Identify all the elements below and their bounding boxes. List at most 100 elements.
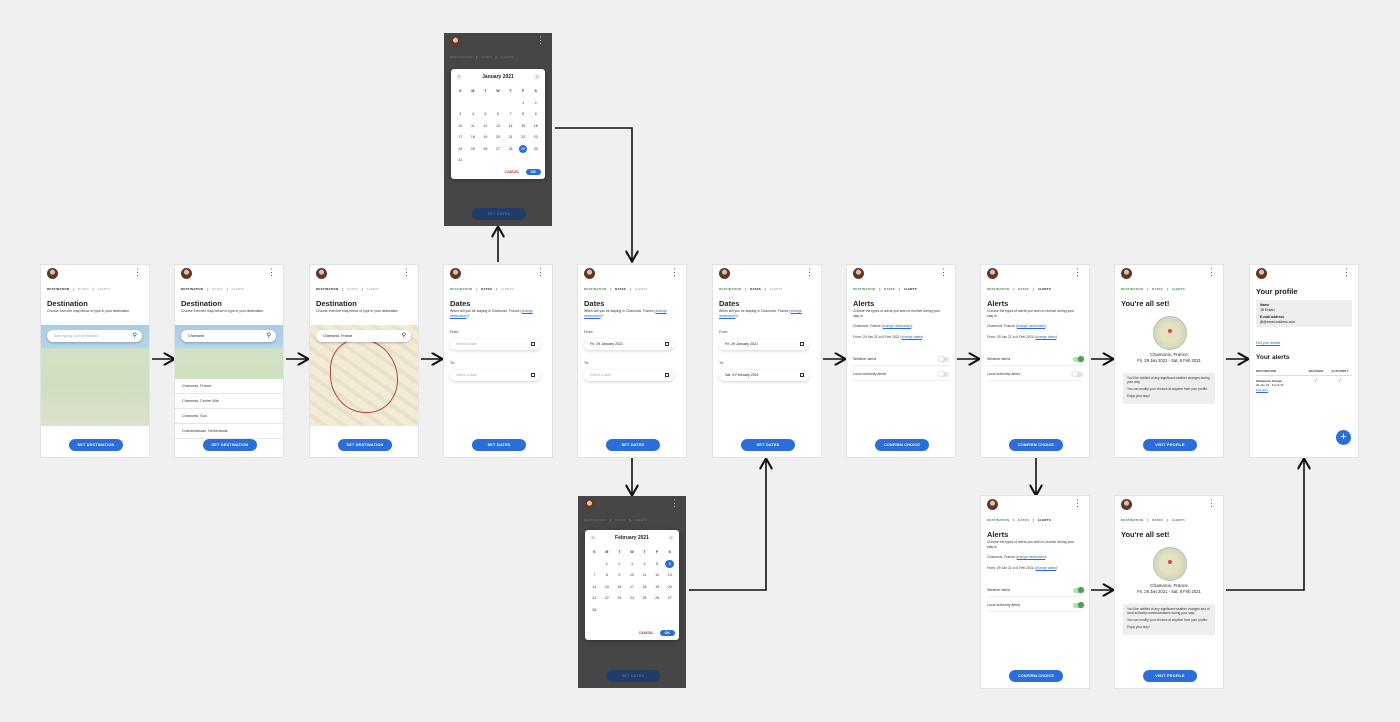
calendar-day[interactable]: 21 xyxy=(588,594,601,602)
more-vert-icon[interactable]: ⋮ xyxy=(670,499,679,508)
authority-alerts-toggle[interactable] xyxy=(1072,371,1083,377)
calendar-day[interactable]: 20 xyxy=(663,583,676,591)
calendar-day[interactable]: 18 xyxy=(467,133,480,141)
list-item[interactable]: Chamonix, Sud xyxy=(175,409,283,424)
visit-profile-button[interactable]: VISIT PROFILE xyxy=(1143,670,1197,682)
calendar-day[interactable]: 5 xyxy=(479,110,492,118)
calendar-day[interactable]: 14 xyxy=(588,583,601,591)
calendar-day[interactable]: 28 xyxy=(588,606,601,614)
calendar-day[interactable]: 7 xyxy=(588,571,601,579)
more-vert-icon[interactable]: ⋮ xyxy=(536,36,545,45)
calendar-day[interactable]: 6 xyxy=(492,110,505,118)
avatar[interactable] xyxy=(987,268,998,279)
edit-alert-link[interactable]: Edit alert xyxy=(1256,388,1268,392)
change-dates-link[interactable]: change dates xyxy=(902,335,922,339)
calendar-day[interactable]: 18 xyxy=(638,583,651,591)
visit-profile-button[interactable]: VISIT PROFILE xyxy=(1143,439,1197,451)
calendar-icon[interactable] xyxy=(800,373,804,377)
calendar-icon[interactable] xyxy=(800,342,804,346)
set-destination-button[interactable]: SET DESTINATION xyxy=(69,439,123,451)
calendar-icon[interactable] xyxy=(531,342,535,346)
more-vert-icon[interactable]: ⋮ xyxy=(805,268,814,277)
calendar-day[interactable]: 25 xyxy=(467,145,480,153)
from-date-field[interactable]: Select a date xyxy=(450,339,540,350)
calendar-day[interactable]: 4 xyxy=(467,110,480,118)
calendar-day[interactable]: 2 xyxy=(613,560,626,568)
more-vert-icon[interactable]: ⋮ xyxy=(1342,268,1351,277)
from-date-field[interactable]: Fri, 29 January 2021 xyxy=(719,339,809,350)
avatar[interactable] xyxy=(47,268,58,279)
calendar-day[interactable]: 23 xyxy=(529,133,542,141)
calendar-day[interactable]: 14 xyxy=(504,122,517,130)
avatar[interactable] xyxy=(450,36,461,47)
calendar-day[interactable]: 27 xyxy=(663,594,676,602)
cancel-button[interactable]: CANCEL xyxy=(505,170,520,174)
more-vert-icon[interactable]: ⋮ xyxy=(267,268,276,277)
calendar-day[interactable]: 10 xyxy=(626,571,639,579)
set-dates-button[interactable]: SET DATES xyxy=(741,439,795,451)
more-vert-icon[interactable]: ⋮ xyxy=(133,268,142,277)
calendar-day[interactable]: 8 xyxy=(601,571,614,579)
calendar-day[interactable]: 15 xyxy=(517,122,530,130)
calendar-day[interactable]: 6 xyxy=(665,559,674,568)
cancel-button[interactable]: CANCEL xyxy=(639,631,654,635)
calendar-day[interactable]: 3 xyxy=(454,110,467,118)
authority-alerts-toggle[interactable] xyxy=(938,371,949,377)
list-item[interactable]: Chamonix, France xyxy=(175,379,283,394)
set-dates-button[interactable]: SET DATES xyxy=(606,670,660,682)
calendar-day[interactable]: 17 xyxy=(626,583,639,591)
to-date-field[interactable]: Select a date xyxy=(450,370,540,381)
calendar-day[interactable]: 16 xyxy=(613,583,626,591)
more-vert-icon[interactable]: ⋮ xyxy=(402,268,411,277)
avatar[interactable] xyxy=(181,268,192,279)
calendar-day[interactable]: 28 xyxy=(504,145,517,153)
search-icon[interactable]: ⚲ xyxy=(402,330,406,342)
calendar-day[interactable]: 15 xyxy=(601,583,614,591)
calendar-day[interactable]: 30 xyxy=(529,145,542,153)
avatar[interactable] xyxy=(450,268,461,279)
to-date-field[interactable]: Select a date xyxy=(584,370,674,381)
set-destination-button[interactable]: SET DESTINATION xyxy=(338,439,392,451)
search-icon[interactable]: ⚲ xyxy=(267,330,271,342)
calendar-day[interactable]: 11 xyxy=(467,122,480,130)
avatar[interactable] xyxy=(719,268,730,279)
change-destination-link[interactable]: change destination xyxy=(883,324,911,328)
search-input[interactable]: Chamonix, France ⚲ xyxy=(316,330,411,342)
calendar-day[interactable]: 5 xyxy=(651,560,664,568)
list-item[interactable]: Chamonixbaan, Netherlands xyxy=(175,424,283,439)
confirm-choice-button[interactable]: CONFIRM CHOICE xyxy=(1009,439,1063,451)
calendar-day[interactable]: 22 xyxy=(601,594,614,602)
search-input[interactable]: Start typing your destination ⚲ xyxy=(47,330,142,342)
calendar-day[interactable]: 3 xyxy=(626,560,639,568)
more-vert-icon[interactable]: ⋮ xyxy=(1073,268,1082,277)
calendar-day[interactable]: 22 xyxy=(517,133,530,141)
calendar-day[interactable]: 25 xyxy=(638,594,651,602)
search-input[interactable]: Chamonix ⚲ xyxy=(181,330,276,342)
calendar-day[interactable]: 16 xyxy=(529,122,542,130)
calendar-icon[interactable] xyxy=(665,373,669,377)
more-vert-icon[interactable]: ⋮ xyxy=(536,268,545,277)
list-item[interactable]: Chamonix, Centre Ville xyxy=(175,394,283,409)
calendar-day[interactable]: 4 xyxy=(638,560,651,568)
calendar-day[interactable]: 13 xyxy=(663,571,676,579)
calendar-day[interactable]: 13 xyxy=(492,122,505,130)
change-dates-link[interactable]: change dates xyxy=(1036,335,1056,339)
avatar[interactable] xyxy=(987,499,998,510)
search-icon[interactable]: ⚲ xyxy=(133,330,137,342)
authority-alerts-toggle[interactable] xyxy=(1073,602,1084,608)
set-destination-button[interactable]: SET DESTINATION xyxy=(203,439,257,451)
calendar-day[interactable]: 23 xyxy=(613,594,626,602)
calendar-day[interactable]: 1 xyxy=(517,99,530,107)
calendar-day[interactable]: 9 xyxy=(613,571,626,579)
from-date-field[interactable]: Fri, 29 January 2021 xyxy=(584,339,674,350)
calendar-day[interactable]: 12 xyxy=(479,122,492,130)
calendar-day[interactable]: 1 xyxy=(601,560,614,568)
weather-alerts-toggle[interactable] xyxy=(938,356,949,362)
calendar-day[interactable]: 2 xyxy=(529,99,542,107)
calendar-day[interactable]: 26 xyxy=(651,594,664,602)
calendar-day[interactable]: 8 xyxy=(517,110,530,118)
calendar-day[interactable]: 21 xyxy=(504,133,517,141)
change-dates-link[interactable]: change dates xyxy=(1036,566,1056,570)
calendar-day[interactable]: 11 xyxy=(638,571,651,579)
confirm-choice-button[interactable]: CONFIRM CHOICE xyxy=(1009,670,1063,682)
